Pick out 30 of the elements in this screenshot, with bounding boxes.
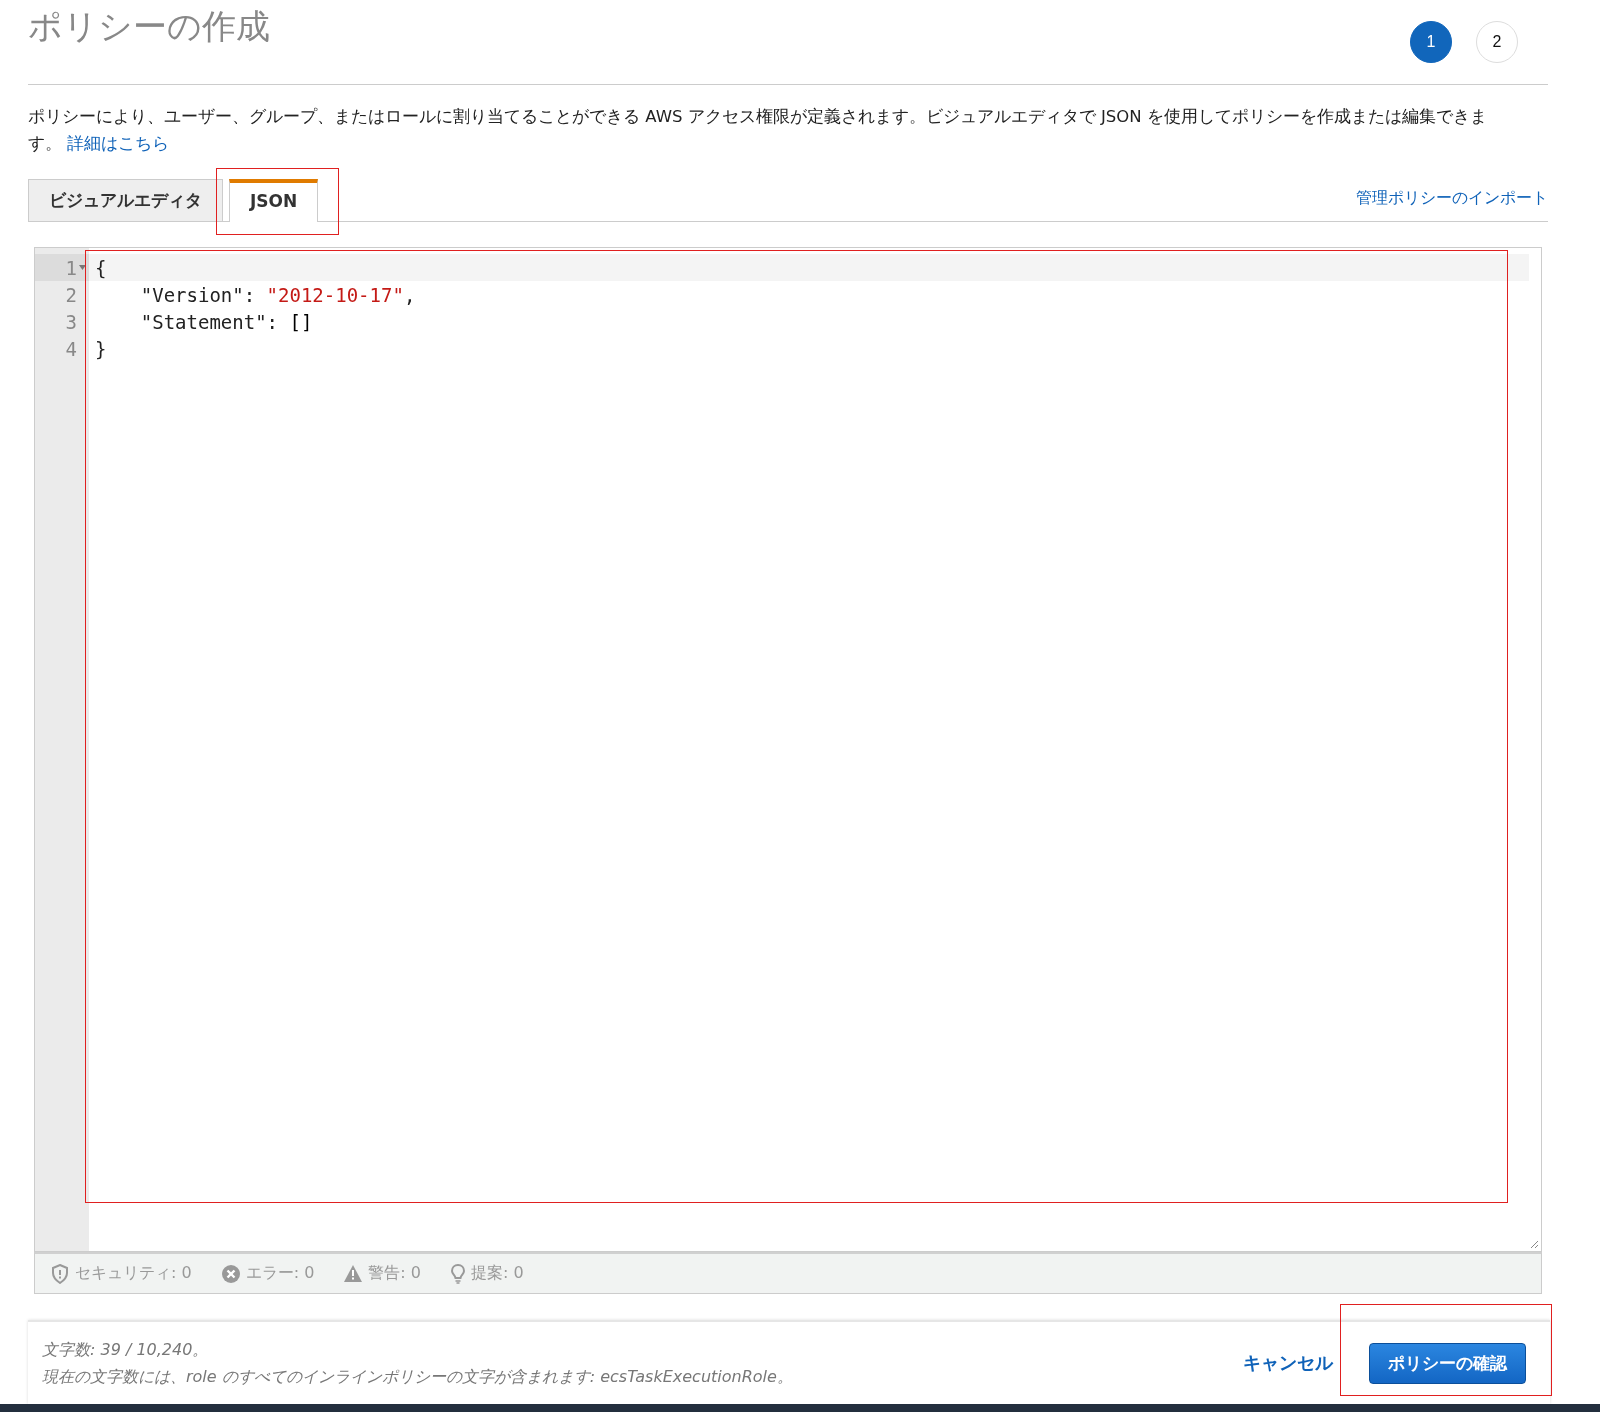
code-line: "Version": "2012-10-17", — [139, 283, 416, 306]
line-number: 4 — [65, 337, 77, 360]
review-policy-button[interactable]: ポリシーの確認 — [1369, 1342, 1526, 1384]
code-line: { — [95, 256, 107, 279]
line-number: 3 — [65, 310, 77, 333]
import-policy-link[interactable]: 管理ポリシーのインポート — [1356, 188, 1548, 209]
character-count-note: 現在の文字数には、role のすべてのインラインポリシーの文字が含まれます: ecsTaskExecutionRole。 — [42, 1366, 794, 1388]
validation-count: 警告: 0 — [368, 1263, 421, 1284]
editor-tab[interactable]: JSON — [229, 179, 319, 222]
code-editor[interactable]: 1 2 3 4 { "Version": "2012-10-17", "Statement": [] } — [34, 247, 1542, 1252]
line-number: 1 — [65, 256, 77, 279]
shield-icon — [51, 1263, 69, 1284]
resize-handle-icon[interactable] — [1529, 1239, 1539, 1249]
fold-caret-icon[interactable] — [79, 265, 86, 270]
validation-count: セキュリティ: 0 — [75, 1263, 192, 1284]
code-line: } — [95, 337, 107, 360]
cancel-link[interactable]: キャンセル — [1243, 1351, 1333, 1375]
validation-count: 提案: 0 — [470, 1263, 524, 1284]
step-indicator[interactable]: 1 — [1410, 21, 1452, 63]
editor-tab[interactable]: ビジュアルエディタ — [28, 179, 223, 221]
code-line: "Statement": [] — [139, 310, 313, 333]
learn-more-link[interactable]: 詳細はこちら — [67, 134, 170, 153]
description-text: ポリシーにより、ユーザー、グループ、またはロールに割り当てることができる AWS アクセス権限が定義されます。ビジュアルエディタで JSON を使用してポリシーを作成または編集できます。 詳細はこちら — [28, 106, 1488, 155]
page-title: ポリシーの作成 — [28, 5, 270, 48]
error-icon — [221, 1264, 240, 1283]
warning-icon — [344, 1265, 363, 1282]
lightbulb-icon — [450, 1263, 465, 1284]
validation-count: エラー: 0 — [245, 1263, 315, 1284]
character-count-text: 文字数: 39 / 10,240。 — [42, 1339, 210, 1361]
line-number: 2 — [65, 283, 77, 306]
